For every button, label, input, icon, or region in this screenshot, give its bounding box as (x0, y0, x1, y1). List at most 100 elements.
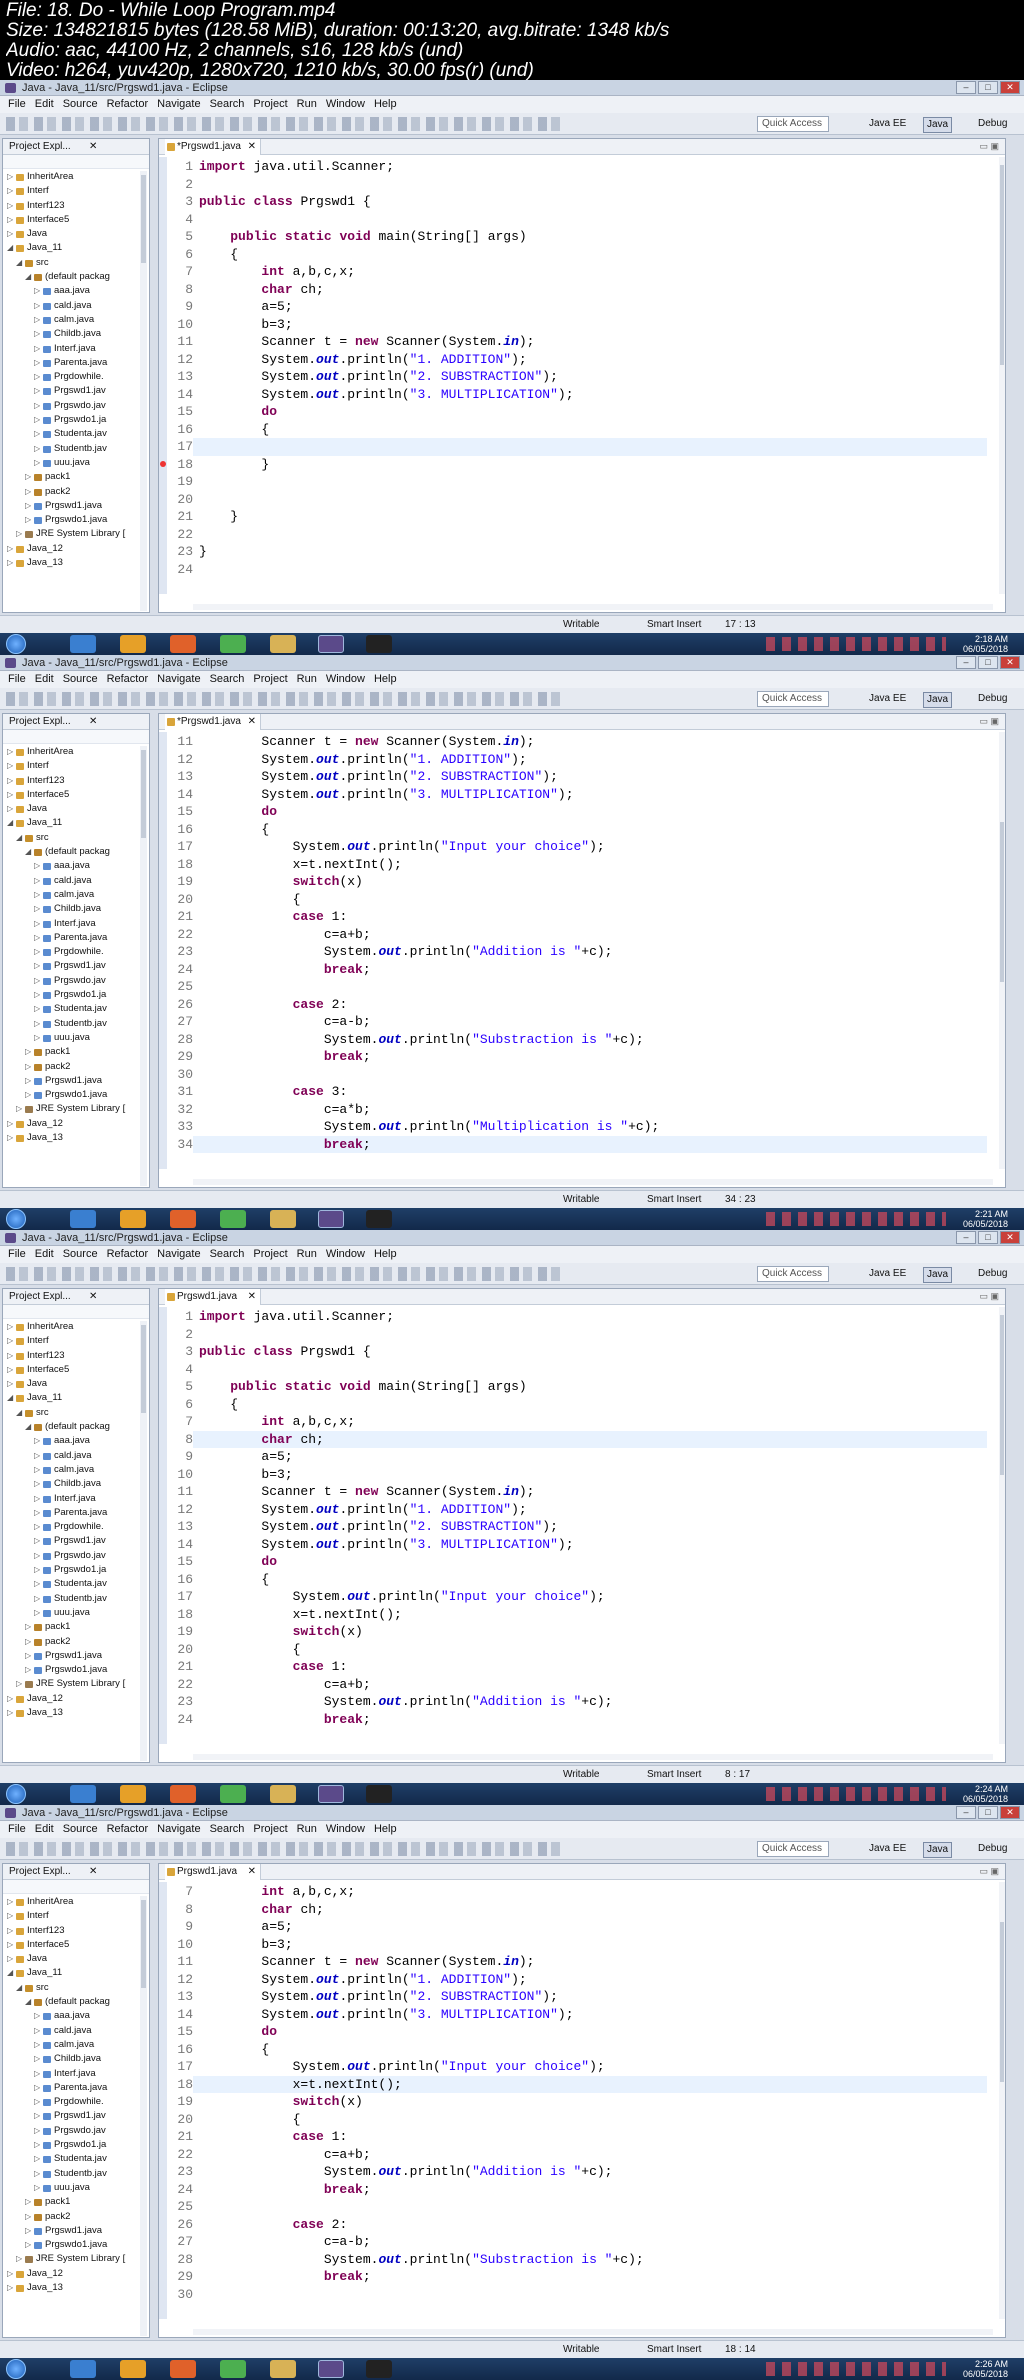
error-marker-icon[interactable] (160, 460, 166, 467)
code-line[interactable]: break; (193, 2181, 987, 2199)
start-button[interactable] (6, 1209, 26, 1229)
explorer-icon[interactable] (270, 1785, 296, 1803)
tree-item[interactable]: ▷ pack2 (3, 2210, 149, 2224)
close-icon[interactable]: ✕ (89, 1864, 97, 1880)
expand-icon[interactable]: ▷ (34, 1549, 40, 1563)
tree-item[interactable]: ▷ JRE System Library [ (3, 527, 149, 541)
code-line[interactable]: Scanner t = new Scanner(System.in); (193, 1483, 987, 1501)
expand-icon[interactable]: ▷ (7, 1377, 13, 1391)
expand-icon[interactable]: ▷ (25, 2195, 31, 2209)
expand-icon[interactable]: ▷ (7, 184, 13, 198)
code-line[interactable]: System.out.println("3. MULTIPLICATION"); (193, 1536, 987, 1554)
collapse-icon[interactable]: ◢ (7, 1391, 13, 1405)
menu-file[interactable]: File (6, 1821, 33, 1838)
editor-horizontal-scrollbar[interactable] (193, 1754, 993, 1760)
menu-run[interactable]: Run (295, 671, 324, 688)
expand-icon[interactable]: ▷ (25, 1074, 31, 1088)
tree-item[interactable]: ▷ Prgswd1.java (3, 499, 149, 513)
code-line[interactable]: { (193, 421, 987, 439)
tree-item[interactable]: ▷ Prgswdo1.ja (3, 988, 149, 1002)
expand-icon[interactable]: ▷ (34, 2109, 40, 2123)
expand-icon[interactable]: ▷ (34, 413, 40, 427)
start-button[interactable] (6, 2359, 26, 2379)
minimize-maximize-icons[interactable]: ▭ ▣ (979, 716, 999, 727)
code-line[interactable]: switch(x) (193, 873, 987, 891)
tree-item[interactable]: ▷ JRE System Library [ (3, 2252, 149, 2266)
tree-item[interactable]: ▷ Studentb.jav (3, 442, 149, 456)
expand-icon[interactable]: ▷ (34, 1002, 40, 1016)
close-icon[interactable]: ✕ (89, 139, 97, 155)
expand-icon[interactable]: ▷ (34, 427, 40, 441)
code-line[interactable] (193, 2286, 987, 2304)
explorer-icon[interactable] (270, 1210, 296, 1228)
code-line[interactable]: } (193, 508, 987, 526)
collapse-icon[interactable]: ◢ (7, 816, 13, 830)
code-line[interactable]: int a,b,c,x; (193, 1883, 987, 1901)
tree-item[interactable]: ▷ Interface5 (3, 788, 149, 802)
menu-help[interactable]: Help (372, 1246, 404, 1263)
code-line[interactable] (193, 176, 987, 194)
toolbar-icons[interactable] (6, 692, 566, 706)
close-tab-icon[interactable]: ✕ (248, 139, 256, 155)
menu-navigate[interactable]: Navigate (155, 1246, 207, 1263)
menu-edit[interactable]: Edit (33, 1821, 61, 1838)
tree-item[interactable]: ▷ uuu.java (3, 1606, 149, 1620)
system-tray[interactable] (766, 1787, 946, 1801)
menu-navigate[interactable]: Navigate (155, 96, 207, 113)
tree-item[interactable]: ▷ Studentb.jav (3, 1592, 149, 1606)
perspective-java[interactable]: Java (923, 117, 953, 133)
code-line[interactable]: import java.util.Scanner; (193, 158, 987, 176)
minimize-button[interactable]: – (956, 1231, 976, 1244)
code-line[interactable]: char ch; (193, 281, 987, 299)
expand-icon[interactable]: ▷ (34, 342, 40, 356)
minimize-maximize-icons[interactable]: ▭ ▣ (979, 141, 999, 152)
expand-icon[interactable]: ▷ (25, 1060, 31, 1074)
editor-tab[interactable]: *Prgswd1.java ✕ (165, 139, 261, 155)
ie-icon[interactable] (70, 2360, 96, 2378)
editor-tab[interactable]: *Prgswd1.java ✕ (165, 714, 261, 730)
toolbar-icons[interactable] (6, 1267, 566, 1281)
quick-access-input[interactable]: Quick Access (757, 1841, 829, 1857)
code-line[interactable]: System.out.println("Substraction is "+c)… (193, 2251, 987, 2269)
code-line[interactable]: { (193, 821, 987, 839)
code-line[interactable] (193, 561, 987, 579)
code-line[interactable]: System.out.println("Substraction is "+c)… (193, 1031, 987, 1049)
code-line[interactable]: break; (193, 1135, 987, 1153)
clock[interactable]: 2:24 AM 06/05/2018 (963, 1784, 1008, 1804)
expand-icon[interactable]: ▷ (7, 1131, 13, 1145)
tree-item[interactable]: ▷ Prgswdo1.java (3, 513, 149, 527)
code-line[interactable]: case 1: (193, 2128, 987, 2146)
tree-item[interactable]: ▷ Prgswd1.java (3, 1074, 149, 1088)
tree-item[interactable]: ◢ (default packag (3, 1420, 149, 1434)
tree-item[interactable]: ▷ Java (3, 1377, 149, 1391)
tree-item[interactable]: ▷ Interf123 (3, 1349, 149, 1363)
expand-icon[interactable]: ▷ (25, 1620, 31, 1634)
system-tray[interactable] (766, 2362, 946, 2376)
expand-icon[interactable]: ▷ (16, 527, 22, 541)
expand-icon[interactable]: ▷ (25, 1088, 31, 1102)
project-explorer-tab[interactable]: Project Expl... ✕ (3, 1864, 149, 1880)
close-button[interactable]: ✕ (1000, 1231, 1020, 1244)
explorer-scrollbar[interactable] (140, 746, 147, 1186)
expand-icon[interactable]: ▷ (34, 2067, 40, 2081)
code-line[interactable]: { (193, 1571, 987, 1589)
tree-item[interactable]: ▷ Interf.java (3, 917, 149, 931)
close-tab-icon[interactable]: ✕ (248, 1289, 256, 1305)
perspective-java-ee[interactable]: Java EE (869, 692, 906, 706)
tree-item[interactable]: ▷ Studenta.jav (3, 2152, 149, 2166)
collapse-icon[interactable]: ◢ (16, 1981, 22, 1995)
tree-item[interactable]: ▷ Parenta.java (3, 2081, 149, 2095)
minimize-button[interactable]: – (956, 1806, 976, 1819)
tree-item[interactable]: ▷ aaa.java (3, 284, 149, 298)
tree-item[interactable]: ▷ Prgswdo1.java (3, 2238, 149, 2252)
explorer-toolbar[interactable] (3, 1305, 149, 1319)
tree-item[interactable]: ▷ Prgswdo.jav (3, 1549, 149, 1563)
code-line[interactable]: public class Prgswd1 { (193, 1343, 987, 1361)
tree-item[interactable]: ▷ pack1 (3, 470, 149, 484)
close-button[interactable]: ✕ (1000, 1806, 1020, 1819)
code-line[interactable]: System.out.println("Addition is "+c); (193, 1693, 987, 1711)
menu-run[interactable]: Run (295, 96, 324, 113)
expand-icon[interactable]: ▷ (34, 327, 40, 341)
perspective-debug[interactable]: Debug (978, 692, 1007, 706)
expand-icon[interactable]: ▷ (7, 1909, 13, 1923)
